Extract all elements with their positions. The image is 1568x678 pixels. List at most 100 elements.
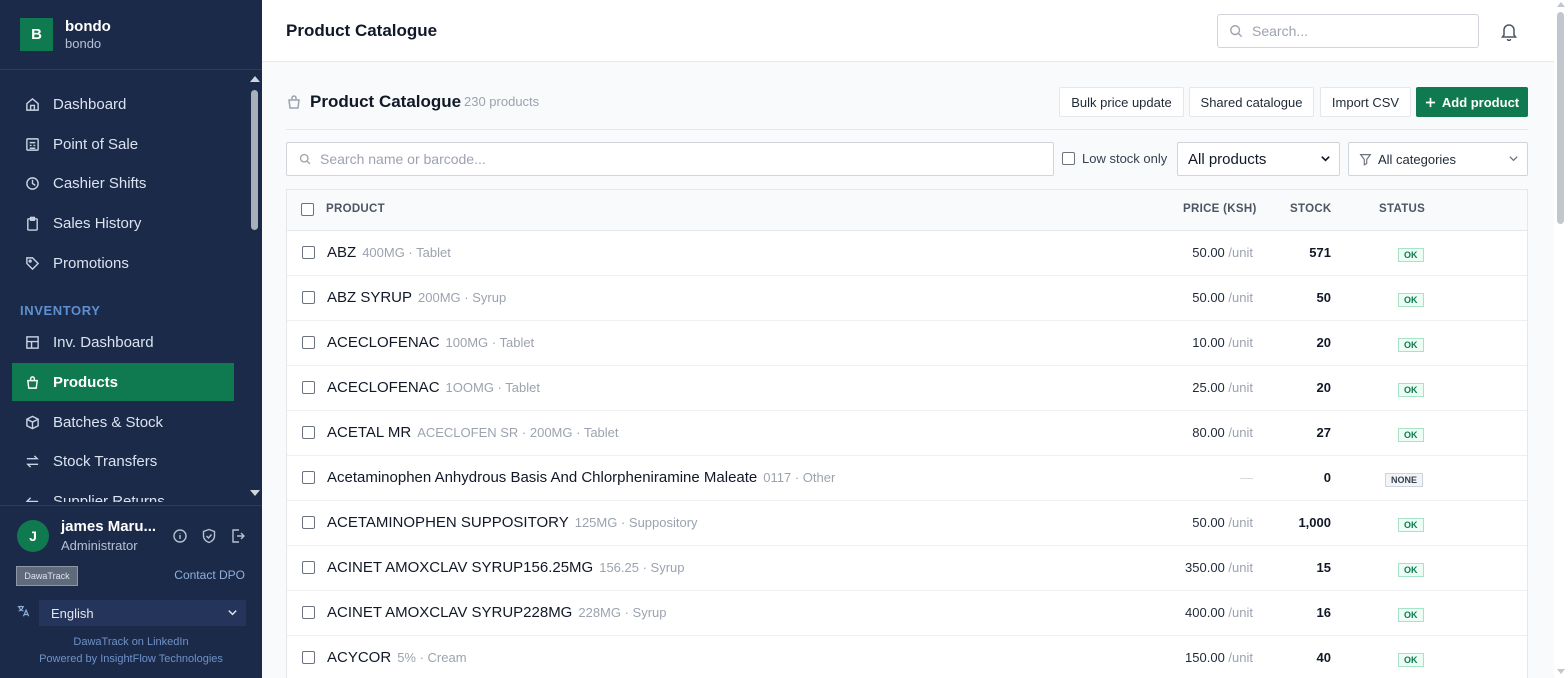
scrollbar-thumb[interactable] bbox=[251, 90, 258, 230]
info-icon[interactable] bbox=[172, 528, 188, 544]
row-checkbox[interactable] bbox=[302, 651, 315, 664]
table-row[interactable]: ACINET AMOXCLAV SYRUP228MG 228MG · Syrup … bbox=[287, 591, 1527, 636]
scroll-down-icon[interactable] bbox=[250, 490, 260, 496]
global-search-input[interactable]: Search... bbox=[1217, 14, 1479, 48]
stock-value: 0 bbox=[1323, 470, 1331, 485]
sidebar-item-products[interactable]: Products bbox=[12, 363, 234, 401]
bag-icon bbox=[286, 94, 302, 110]
price-unit: /unit bbox=[1228, 425, 1253, 440]
add-product-label: Add product bbox=[1441, 94, 1520, 110]
row-checkbox[interactable] bbox=[302, 561, 315, 574]
row-checkbox[interactable] bbox=[302, 336, 315, 349]
row-checkbox[interactable] bbox=[302, 246, 315, 259]
sidebar-item-inv-dashboard[interactable]: Inv. Dashboard bbox=[12, 323, 234, 361]
price-unit: /unit bbox=[1228, 560, 1253, 575]
stock-value: 27 bbox=[1316, 425, 1331, 440]
sidebar-item-cashier-shifts[interactable]: Cashier Shifts bbox=[12, 164, 234, 202]
search-placeholder: Search... bbox=[1252, 23, 1309, 39]
product-meta: 400MG · Tablet bbox=[362, 245, 451, 260]
sidebar-scrollbar[interactable] bbox=[250, 76, 260, 496]
shared-catalogue-button[interactable]: Shared catalogue bbox=[1189, 87, 1314, 117]
table-row[interactable]: ACETAL MR ACECLOFEN SR · 200MG · Tablet 8… bbox=[287, 411, 1527, 456]
price-value: 50.00 bbox=[1192, 515, 1225, 530]
user-role: Administrator bbox=[61, 538, 138, 553]
catalogue-title: Product Catalogue bbox=[310, 92, 462, 111]
linkedin-link[interactable]: DawaTrack on LinkedIn bbox=[0, 634, 262, 651]
product-name: ACECLOFENAC bbox=[327, 379, 440, 396]
import-csv-button[interactable]: Import CSV bbox=[1320, 87, 1411, 117]
table-row[interactable]: ACECLOFENAC 100MG · Tablet 10.00 /unit 20… bbox=[287, 321, 1527, 366]
search-icon bbox=[1229, 24, 1243, 38]
sidebar-item-label: Supplier Returns bbox=[53, 492, 165, 503]
bell-icon[interactable] bbox=[1500, 21, 1518, 41]
sidebar-item-promotions[interactable]: Promotions bbox=[12, 244, 234, 282]
header-status[interactable]: STATUS bbox=[1379, 203, 1425, 215]
header-price[interactable]: PRICE (KSH) bbox=[1183, 203, 1257, 215]
row-checkbox[interactable] bbox=[302, 426, 315, 439]
low-stock-checkbox[interactable] bbox=[1062, 152, 1075, 165]
contact-dpo-link[interactable]: Contact DPO bbox=[174, 568, 245, 582]
avatar[interactable]: J bbox=[17, 520, 49, 552]
sidebar-item-dashboard[interactable]: Dashboard bbox=[12, 85, 234, 123]
low-stock-label: Low stock only bbox=[1082, 151, 1168, 166]
powered-by-link[interactable]: Powered by InsightFlow Technologies bbox=[0, 651, 262, 668]
price-value: — bbox=[1240, 470, 1253, 485]
product-meta: 100MG · Tablet bbox=[445, 335, 535, 350]
user-name: james Maru... bbox=[61, 518, 157, 535]
table-row[interactable]: ACECLOFENAC 1OOMG · Tablet 25.00 /unit 20… bbox=[287, 366, 1527, 411]
header-product[interactable]: PRODUCT bbox=[326, 203, 385, 215]
dashboard-icon bbox=[25, 335, 40, 350]
header-stock[interactable]: STOCK bbox=[1290, 203, 1332, 215]
brand[interactable]: B bondo bondo bbox=[0, 0, 262, 70]
sidebar-item-label: Batches & Stock bbox=[53, 413, 164, 431]
category-filter-select[interactable]: All categories bbox=[1348, 142, 1528, 176]
logout-icon[interactable] bbox=[230, 528, 246, 544]
table-row[interactable]: ACETAMINOPHEN SUPPOSITORY 125MG · Supposi… bbox=[287, 501, 1527, 546]
product-search-input[interactable]: Search name or barcode... bbox=[286, 142, 1054, 176]
translate-icon bbox=[16, 604, 30, 623]
language-select[interactable]: English bbox=[39, 600, 246, 626]
price-unit: /unit bbox=[1228, 380, 1253, 395]
page-scrollbar[interactable] bbox=[1554, 0, 1568, 678]
row-checkbox[interactable] bbox=[302, 291, 315, 304]
search-placeholder: Search name or barcode... bbox=[320, 151, 486, 167]
add-product-button[interactable]: Add product bbox=[1416, 87, 1528, 117]
sidebar-item-supplier-returns[interactable]: Supplier Returns bbox=[12, 482, 234, 502]
product-meta: 228MG · Syrup bbox=[578, 605, 667, 620]
table-row[interactable]: Acetaminophen Anhydrous Basis And Chlorp… bbox=[287, 456, 1527, 501]
status-badge: OK bbox=[1398, 338, 1424, 352]
sidebar-item-label: Inv. Dashboard bbox=[53, 333, 154, 351]
bulk-price-update-button[interactable]: Bulk price update bbox=[1059, 87, 1184, 117]
price-unit: /unit bbox=[1228, 290, 1253, 305]
product-meta: 200MG · Syrup bbox=[418, 290, 507, 305]
row-checkbox[interactable] bbox=[302, 381, 315, 394]
price-unit: /unit bbox=[1228, 245, 1253, 260]
sidebar-item-label: Sales History bbox=[53, 214, 142, 232]
sidebar-item-sales-history[interactable]: Sales History bbox=[12, 204, 234, 242]
price-value: 400.00 bbox=[1185, 605, 1225, 620]
scroll-up-icon[interactable] bbox=[250, 76, 260, 82]
table-row[interactable]: ACINET AMOXCLAV SYRUP156.25MG 156.25 · Sy… bbox=[287, 546, 1527, 591]
shield-icon[interactable] bbox=[201, 528, 217, 544]
row-checkbox[interactable] bbox=[302, 471, 315, 484]
sidebar-item-point-of-sale[interactable]: Point of Sale bbox=[12, 125, 234, 163]
row-checkbox[interactable] bbox=[302, 606, 315, 619]
scrollbar-thumb[interactable] bbox=[1557, 12, 1564, 224]
product-meta: 5% · Cream bbox=[397, 650, 467, 665]
product-name: ACECLOFENAC bbox=[327, 334, 440, 351]
product-filter-select[interactable]: All products bbox=[1177, 142, 1340, 176]
table-row[interactable]: ABZ 400MG · Tablet 50.00 /unit 571 OK bbox=[287, 231, 1527, 276]
low-stock-filter[interactable]: Low stock only bbox=[1062, 151, 1167, 166]
scroll-up-icon[interactable] bbox=[1557, 2, 1565, 7]
scroll-down-icon[interactable] bbox=[1557, 669, 1565, 674]
product-filter-value: All products bbox=[1188, 150, 1267, 168]
row-checkbox[interactable] bbox=[302, 516, 315, 529]
topbar: Product Catalogue Search... bbox=[262, 0, 1554, 62]
table-row[interactable]: ABZ SYRUP 200MG · Syrup 50.00 /unit 50 OK bbox=[287, 276, 1527, 321]
table-row[interactable]: ACYCOR 5% · Cream 150.00 /unit 40 OK bbox=[287, 636, 1527, 678]
chevron-down-icon bbox=[227, 606, 238, 621]
sidebar-item-stock-transfers[interactable]: Stock Transfers bbox=[12, 442, 234, 480]
sidebar-item-batches-stock[interactable]: Batches & Stock bbox=[12, 403, 234, 441]
select-all-checkbox[interactable] bbox=[301, 203, 314, 216]
product-name: ACINET AMOXCLAV SYRUP156.25MG bbox=[327, 559, 594, 576]
